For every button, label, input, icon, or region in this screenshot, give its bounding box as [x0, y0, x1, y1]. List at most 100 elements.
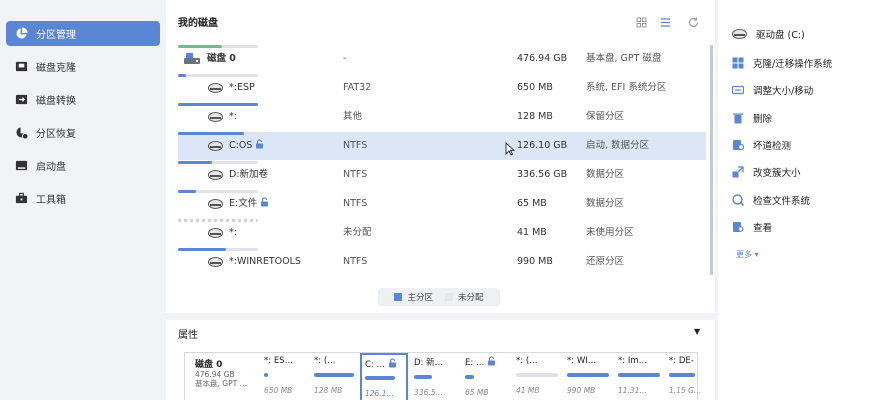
properties-panel: 属性 ▼ 磁盘 0 476.94 GB 基本盘, GPT … *: ES… 650…	[166, 320, 715, 400]
action-label: 调整大小/移动	[753, 86, 814, 97]
list-view-icon[interactable]	[660, 17, 671, 28]
legend-primary: 主分区	[394, 291, 433, 303]
sidebar-item-toolbox[interactable]: 工具箱	[6, 186, 160, 211]
action-label: 检查文件系统	[753, 196, 811, 207]
map-partition-bar	[314, 373, 354, 377]
usage-bar	[178, 103, 258, 106]
table-row[interactable]: *: 未分配 41 MB 未使用分区	[178, 219, 706, 247]
map-partition-name: *: (…	[516, 356, 538, 366]
map-partition[interactable]: *: WI… 990 MB	[564, 353, 612, 400]
action-label: 删除	[753, 114, 773, 125]
file-system: 未分配	[343, 227, 372, 238]
partition-name: D:新加卷	[229, 169, 269, 180]
sidebar-item-disk-clone[interactable]: 磁盘克隆	[6, 54, 160, 79]
mouse-cursor-icon	[505, 142, 515, 156]
drive-icon	[208, 83, 223, 93]
table-row[interactable]: *: 其他 128 MB 保留分区	[178, 103, 706, 131]
map-partition-size: 128 MB	[314, 386, 343, 395]
collapse-caret-icon[interactable]: ▼	[694, 327, 700, 336]
table-row-selected[interactable]: C:OS NTFS 126.10 GB 启动, 数据分区	[178, 132, 706, 160]
map-disk-type: 基本盘, GPT …	[195, 379, 248, 388]
file-system: 其他	[343, 111, 363, 122]
more-link[interactable]: 更多 ▾	[736, 249, 759, 260]
capacity: 336.56 GB	[517, 169, 568, 180]
page-title: 我的磁盘	[178, 18, 218, 29]
map-partition[interactable]: *: (… 41 MB	[513, 353, 561, 400]
scrollbar[interactable]	[710, 45, 713, 275]
map-partition-bar	[414, 375, 432, 379]
sidebar-item-partition-recovery[interactable]: 分区恢复	[6, 120, 160, 145]
map-partition-bar	[264, 373, 269, 377]
grid-view-icon[interactable]	[636, 17, 647, 28]
file-system: NTFS	[343, 140, 368, 151]
legend-unallocated: 未分配	[445, 291, 484, 303]
map-partition-name-text: E: …	[465, 358, 485, 368]
map-partition-size: 126.1…	[365, 389, 394, 398]
surface-test-icon	[732, 139, 744, 151]
sidebar-item-label: 工具箱	[36, 195, 66, 206]
refresh-icon[interactable]	[688, 17, 699, 28]
sidebar-item-partition-manager[interactable]: 分区管理	[6, 21, 160, 46]
sidebar-item-disk-convert[interactable]: 磁盘转换	[6, 87, 160, 112]
usage-bar-unallocated	[178, 219, 258, 222]
action-change-cluster-size[interactable]: 改变簇大小	[732, 165, 801, 179]
drive-icon	[208, 112, 223, 122]
action-delete[interactable]: 删除	[732, 111, 772, 125]
usage-bar-fill	[178, 190, 196, 193]
partition-type: 系统, EFI 系统分区	[586, 82, 667, 93]
resize-icon	[732, 84, 744, 96]
table-row[interactable]: *:ESP FAT32 650 MB 系统, EFI 系统分区	[178, 74, 706, 102]
partition-recovery-icon	[15, 126, 28, 139]
lock-icon	[256, 139, 264, 149]
partition-type: 启动, 数据分区	[586, 140, 650, 151]
table-row[interactable]: 磁盘 0 - 476.94 GB 基本盘, GPT 磁盘	[178, 45, 706, 73]
partition-name: C:OS	[229, 132, 264, 160]
table-row[interactable]: D:新加卷 NTFS 336.56 GB 数据分区	[178, 161, 706, 189]
map-partition[interactable]: E: … 65 MB	[462, 353, 510, 400]
disk-convert-icon	[15, 93, 28, 106]
action-clone-migrate-os[interactable]: 克隆/迁移操作系统	[732, 56, 832, 70]
drive-icon	[208, 170, 223, 180]
partition-name: *:WINRETOOLS	[229, 256, 301, 267]
capacity: 990 MB	[517, 256, 553, 267]
legend: 主分区 未分配	[378, 288, 500, 306]
map-partition[interactable]: *: DE- 1.15 G…	[666, 353, 701, 400]
action-resize-move[interactable]: 调整大小/移动	[732, 83, 813, 97]
action-surface-test[interactable]: 坏道检测	[732, 138, 791, 152]
action-view[interactable]: 查看	[732, 220, 772, 234]
pie-chart-icon	[15, 27, 28, 40]
usage-bar-fill	[178, 103, 258, 106]
map-partition[interactable]: *: ES… 650 MB	[261, 353, 309, 400]
usage-bar-fill	[178, 161, 212, 164]
sidebar-item-boot-disk[interactable]: 启动盘	[6, 153, 160, 178]
map-partition-bar	[567, 373, 609, 377]
file-system: NTFS	[343, 169, 368, 180]
map-partition-bar	[618, 373, 660, 377]
disk-map: 磁盘 0 476.94 GB 基本盘, GPT … *: ES… 650 MB *…	[184, 352, 701, 400]
table-row[interactable]: *:WINRETOOLS NTFS 990 MB 还原分区	[178, 248, 706, 276]
sidebar-item-label: 磁盘转换	[36, 96, 76, 107]
action-label: 改变簇大小	[753, 168, 801, 179]
map-partition[interactable]: *: (… 128 MB	[311, 353, 357, 400]
file-system: NTFS	[343, 198, 368, 209]
table-row[interactable]: E:文件 NTFS 65 MB 数据分区	[178, 190, 706, 218]
partition-type: 数据分区	[586, 198, 625, 209]
toolbox-icon	[15, 192, 28, 205]
sidebar-item-label: 分区管理	[36, 30, 76, 41]
map-partition-size: 41 MB	[516, 386, 540, 395]
capacity: 126.10 GB	[517, 140, 568, 151]
file-system: FAT32	[343, 82, 372, 93]
map-partition-bar	[365, 376, 396, 380]
properties-title: 属性	[178, 330, 198, 341]
partition-type: 未使用分区	[586, 227, 634, 238]
action-check-file-system[interactable]: 检查文件系统	[732, 193, 810, 207]
boot-disk-icon	[15, 159, 28, 172]
actions-panel: 驱动盘 (C:) 克隆/迁移操作系统 调整大小/移动 删除 坏道检测 改变簇大小…	[718, 0, 891, 400]
partition-type: 还原分区	[586, 256, 625, 267]
map-partition-selected[interactable]: C: … 126.1…	[360, 353, 408, 400]
partition-type: 基本盘, GPT 磁盘	[586, 53, 662, 64]
map-partition-name: *: ES…	[264, 356, 294, 366]
partition-type: 数据分区	[586, 169, 625, 180]
map-partition[interactable]: *: Im… 11.31…	[615, 353, 663, 400]
map-partition[interactable]: D: 新… 336.5…	[411, 353, 459, 400]
